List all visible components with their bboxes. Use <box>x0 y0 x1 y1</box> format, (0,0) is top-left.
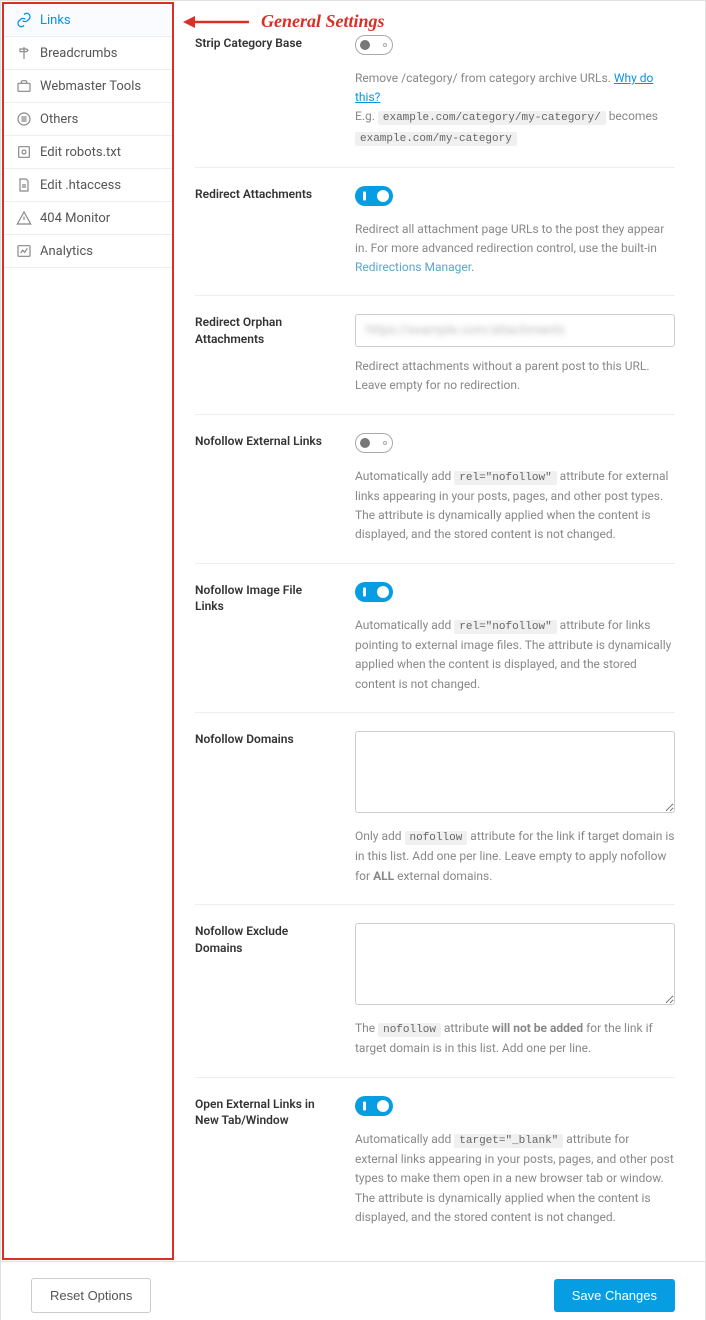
list-icon <box>16 111 32 127</box>
setting-label: Nofollow Domains <box>195 731 325 886</box>
setting-redirect-attachments: Redirect Attachments Redirect all attach… <box>195 168 675 297</box>
toggle-open-external[interactable] <box>355 1096 393 1116</box>
setting-redirect-orphan: Redirect Orphan Attachments https://exam… <box>195 296 675 414</box>
setting-nofollow-image: Nofollow Image File Links Automatically … <box>195 564 675 713</box>
nofollow-exclude-textarea[interactable] <box>355 923 675 1005</box>
link-icon <box>16 12 32 28</box>
setting-desc: Remove /category/ from category archive … <box>355 69 675 149</box>
sidebar-item-label: Links <box>40 13 71 28</box>
setting-desc: Automatically add target="_blank" attrib… <box>355 1130 675 1227</box>
settings-panel: Links Breadcrumbs Webmaster Tools Others… <box>0 0 706 1262</box>
sidebar-item-label: Analytics <box>40 244 93 259</box>
setting-label: Strip Category Base <box>195 35 325 149</box>
settings-footer: Reset Options Save Changes <box>0 1262 706 1320</box>
save-button[interactable]: Save Changes <box>554 1279 675 1312</box>
setting-label: Redirect Orphan Attachments <box>195 314 325 395</box>
sidebar-item-webmaster-tools[interactable]: Webmaster Tools <box>4 70 172 103</box>
toolbox-icon <box>16 78 32 94</box>
toggle-redirect-attachments[interactable] <box>355 186 393 206</box>
sidebar-item-links[interactable]: Links <box>4 4 172 37</box>
sidebar-item-edit-htaccess[interactable]: Edit .htaccess <box>4 169 172 202</box>
toggle-strip-category-base[interactable] <box>355 35 393 55</box>
sidebar-item-label: Webmaster Tools <box>40 79 141 94</box>
sidebar-item-label: Others <box>40 112 78 127</box>
setting-label: Nofollow Exclude Domains <box>195 923 325 1059</box>
sidebar-item-edit-robots[interactable]: Edit robots.txt <box>4 136 172 169</box>
setting-desc: Automatically add rel="nofollow" attribu… <box>355 616 675 694</box>
file-text-icon <box>16 177 32 193</box>
nofollow-domains-textarea[interactable] <box>355 731 675 813</box>
setting-nofollow-exclude: Nofollow Exclude Domains The nofollow at… <box>195 905 675 1078</box>
setting-open-external: Open External Links in New Tab/Window Au… <box>195 1078 675 1245</box>
robot-file-icon <box>16 144 32 160</box>
setting-desc: Redirect attachments without a parent po… <box>355 357 675 395</box>
signpost-icon <box>16 45 32 61</box>
reset-button[interactable]: Reset Options <box>31 1278 151 1313</box>
sidebar-item-breadcrumbs[interactable]: Breadcrumbs <box>4 37 172 70</box>
sidebar-item-label: Edit robots.txt <box>40 145 121 160</box>
sidebar-item-label: Breadcrumbs <box>40 46 117 61</box>
toggle-nofollow-external[interactable] <box>355 433 393 453</box>
sidebar-item-404-monitor[interactable]: 404 Monitor <box>4 202 172 235</box>
settings-sidebar: Links Breadcrumbs Webmaster Tools Others… <box>2 2 174 1260</box>
sidebar-item-analytics[interactable]: Analytics <box>4 235 172 268</box>
setting-desc: Redirect all attachment page URLs to the… <box>355 220 675 278</box>
warning-icon <box>16 210 32 226</box>
setting-desc: The nofollow attribute will not be added… <box>355 1019 675 1059</box>
setting-desc: Automatically add rel="nofollow" attribu… <box>355 467 675 545</box>
setting-nofollow-domains: Nofollow Domains Only add nofollow attri… <box>195 713 675 905</box>
setting-nofollow-external: Nofollow External Links Automatically ad… <box>195 415 675 564</box>
toggle-nofollow-image[interactable] <box>355 582 393 602</box>
analytics-icon <box>16 243 32 259</box>
sidebar-item-label: Edit .htaccess <box>40 178 121 193</box>
redirections-manager-link[interactable]: Redirections Manager <box>355 260 471 274</box>
setting-desc: Only add nofollow attribute for the link… <box>355 827 675 886</box>
sidebar-item-others[interactable]: Others <box>4 103 172 136</box>
setting-label: Redirect Attachments <box>195 186 325 278</box>
setting-label: Open External Links in New Tab/Window <box>195 1096 325 1227</box>
setting-strip-category-base: Strip Category Base Remove /category/ fr… <box>195 17 675 168</box>
setting-label: Nofollow External Links <box>195 433 325 545</box>
settings-main: General Settings Strip Category Base Rem… <box>175 1 705 1261</box>
setting-label: Nofollow Image File Links <box>195 582 325 694</box>
sidebar-item-label: 404 Monitor <box>40 211 110 226</box>
redirect-orphan-input[interactable]: https://example.com/attachments <box>355 314 675 347</box>
